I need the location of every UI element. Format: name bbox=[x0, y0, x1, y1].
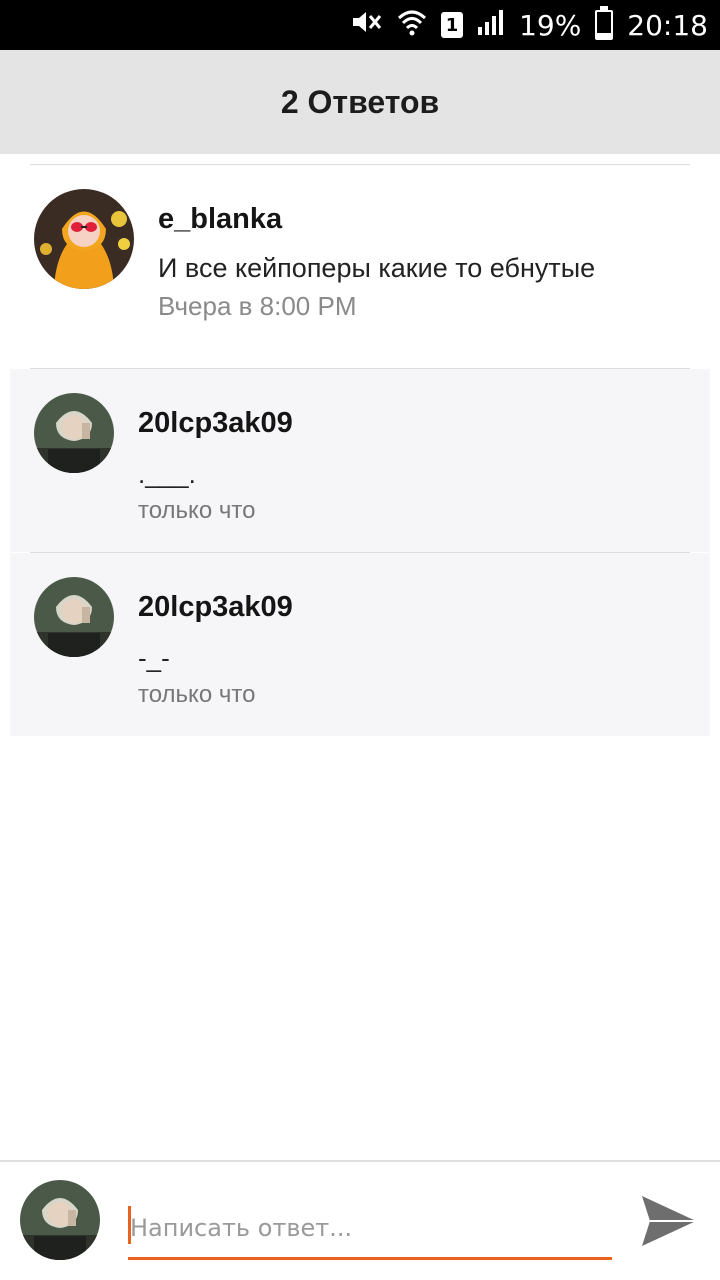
clock: 20:18 bbox=[627, 8, 708, 42]
reply-text: -_- bbox=[138, 643, 170, 673]
main-comment[interactable]: e_blanka И все кейпоперы какие то ебнуты… bbox=[0, 165, 720, 368]
avatar bbox=[20, 1180, 100, 1260]
comment-time: Вчера в 8:00 PM bbox=[158, 291, 357, 321]
avatar[interactable] bbox=[34, 577, 114, 657]
mute-icon bbox=[349, 8, 383, 43]
reply-author[interactable]: 20lcp3ak09 bbox=[138, 407, 293, 440]
text-cursor bbox=[128, 1206, 131, 1244]
header: 2 Ответов bbox=[0, 50, 720, 154]
reply-time: только что bbox=[138, 497, 256, 524]
status-bar: 1 19% 20:18 bbox=[0, 0, 720, 50]
reply-time: только что bbox=[138, 681, 256, 708]
comment-text: И все кейпоперы какие то ебнутые bbox=[158, 253, 596, 283]
reply-composer bbox=[0, 1160, 720, 1280]
comment-author[interactable]: e_blanka bbox=[158, 203, 282, 236]
send-button[interactable] bbox=[638, 1192, 700, 1250]
send-icon bbox=[642, 1196, 696, 1246]
wifi-icon bbox=[397, 8, 427, 43]
battery-percent: 19% bbox=[519, 8, 582, 42]
reply-item[interactable]: 20lcp3ak09 -_- только что bbox=[10, 553, 710, 736]
avatar[interactable] bbox=[34, 189, 134, 289]
avatar[interactable] bbox=[34, 393, 114, 473]
sim-icon: 1 bbox=[441, 12, 464, 38]
reply-author[interactable]: 20lcp3ak09 bbox=[138, 591, 293, 624]
battery-icon bbox=[595, 6, 614, 40]
reply-input[interactable] bbox=[128, 1198, 612, 1257]
signal-icon bbox=[477, 9, 505, 42]
reply-text: .___. bbox=[138, 459, 196, 489]
page-title: 2 Ответов bbox=[280, 83, 440, 120]
reply-item[interactable]: 20lcp3ak09 .___. только что bbox=[10, 369, 710, 552]
reply-input-wrapper[interactable] bbox=[128, 1198, 612, 1260]
